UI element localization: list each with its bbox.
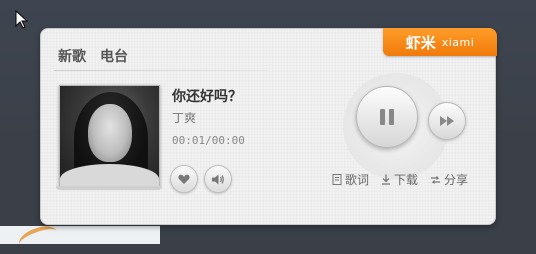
tabs-divider [54, 70, 268, 71]
logo-cn: 虾米 [405, 33, 436, 52]
share-icon [431, 175, 441, 184]
player-tabs: 新歌 电台 [58, 46, 128, 66]
lyrics-button[interactable]: 歌词 [332, 171, 369, 188]
next-icon [440, 116, 454, 126]
speaker-icon [211, 174, 224, 184]
heart-icon [178, 174, 190, 184]
cover-shadow [56, 186, 162, 190]
download-label: 下载 [394, 173, 419, 187]
next-button[interactable] [428, 102, 466, 140]
like-button[interactable] [170, 165, 198, 193]
volume-button[interactable] [204, 165, 232, 193]
song-actions: 歌词 下载 分享 [332, 171, 468, 188]
download-icon [382, 174, 391, 185]
album-cover[interactable] [59, 85, 160, 187]
cover-face [88, 104, 132, 162]
xiami-logo[interactable]: 虾米 xiami [383, 28, 497, 56]
pause-icon [380, 109, 394, 125]
swoosh-decoration [15, 221, 61, 254]
download-button[interactable]: 下载 [381, 171, 418, 188]
playback-time: 00:01/00:00 [172, 134, 245, 147]
pause-button[interactable] [356, 86, 418, 148]
song-title: 你还好吗？ [172, 89, 242, 105]
document-icon [332, 174, 342, 185]
share-label: 分享 [444, 173, 469, 187]
music-player-panel: 新歌 电台 虾米 xiami 你还好吗？ 丁爽 00:01/00:00 歌词 下… [40, 28, 497, 225]
logo-en: xiami [441, 35, 475, 49]
cover-shoulder [60, 164, 159, 186]
share-button[interactable]: 分享 [430, 171, 468, 188]
tab-radio[interactable]: 电台 [100, 46, 128, 66]
tab-new-songs[interactable]: 新歌 [58, 46, 86, 66]
song-artist[interactable]: 丁爽 [172, 109, 196, 126]
lyrics-label: 歌词 [345, 173, 370, 187]
taskbar-fragment [0, 221, 160, 254]
